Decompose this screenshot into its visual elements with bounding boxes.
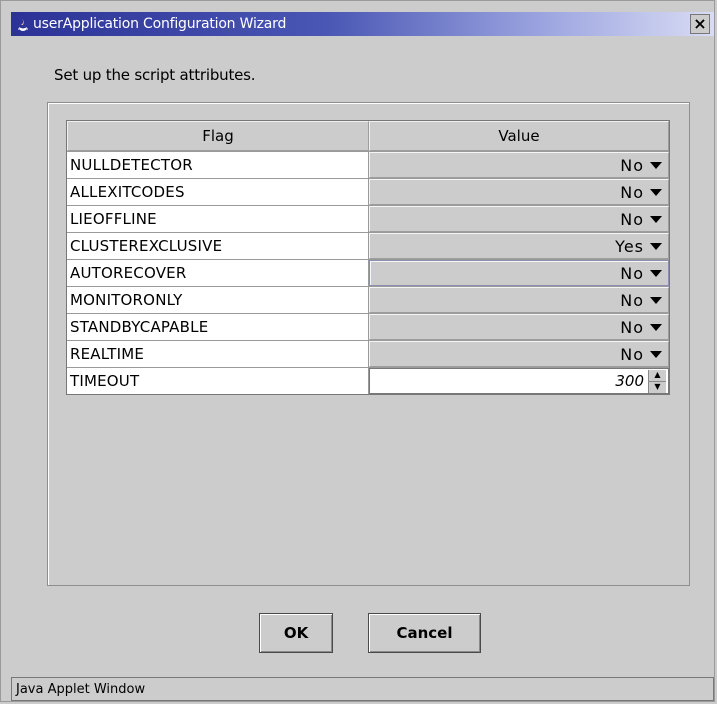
table-row: MONITORONLY No <box>67 286 669 313</box>
dropdown-arrow-icon <box>650 269 662 277</box>
attributes-table: Flag Value NULLDETECTOR No ALLEXITCODES … <box>66 120 670 395</box>
value-text: No <box>620 209 644 229</box>
flag-cell[interactable]: STANDBYCAPABLE <box>67 314 369 340</box>
value-dropdown[interactable]: No <box>369 152 669 178</box>
header-flag[interactable]: Flag <box>67 121 369 151</box>
java-cup-icon <box>18 19 28 31</box>
value-text: No <box>620 344 644 364</box>
flag-cell[interactable]: MONITORONLY <box>67 287 369 313</box>
table-row: NULLDETECTOR No <box>67 151 669 178</box>
flag-cell[interactable]: REALTIME <box>67 341 369 367</box>
window-title: userApplication Configuration Wizard <box>33 16 287 32</box>
title-bar[interactable]: userApplication Configuration Wizard × <box>11 12 714 36</box>
value-text: No <box>620 317 644 337</box>
flag-cell[interactable]: NULLDETECTOR <box>67 152 369 178</box>
dropdown-arrow-icon <box>650 161 662 169</box>
dropdown-arrow-icon <box>650 350 662 358</box>
value-text: No <box>620 155 644 175</box>
value-text: No <box>620 290 644 310</box>
instruction-text: Set up the script attributes. <box>54 66 256 84</box>
spinner-buttons: ▲ ▼ <box>648 369 666 393</box>
ok-button[interactable]: OK <box>259 613 333 653</box>
value-dropdown[interactable]: No <box>369 206 669 232</box>
table-row: ALLEXITCODES No <box>67 178 669 205</box>
value-dropdown[interactable]: No <box>369 260 669 286</box>
flag-cell[interactable]: AUTORECOVER <box>67 260 369 286</box>
flag-cell[interactable]: CLUSTEREXCLUSIVE <box>67 233 369 259</box>
flag-cell[interactable]: TIMEOUT <box>67 368 369 394</box>
value-dropdown[interactable]: No <box>369 179 669 205</box>
table-row: CLUSTEREXCLUSIVE Yes <box>67 232 669 259</box>
value-dropdown[interactable]: No <box>369 314 669 340</box>
spinner-down-icon[interactable]: ▼ <box>649 382 666 393</box>
flag-cell[interactable]: LIEOFFLINE <box>67 206 369 232</box>
table-row: STANDBYCAPABLE No <box>67 313 669 340</box>
table-row: TIMEOUT 300 ▲ ▼ <box>67 367 669 394</box>
value-text: Yes <box>615 236 644 256</box>
dropdown-arrow-icon <box>650 323 662 331</box>
table-row: AUTORECOVER No <box>67 259 669 286</box>
table-row: REALTIME No <box>67 340 669 367</box>
spinner-up-icon[interactable]: ▲ <box>649 370 666 382</box>
close-button[interactable]: × <box>690 14 710 34</box>
value-dropdown[interactable]: No <box>369 341 669 367</box>
value-text: No <box>620 263 644 283</box>
value-text: No <box>620 182 644 202</box>
timeout-spinner[interactable]: 300 ▲ ▼ <box>369 368 669 394</box>
dropdown-arrow-icon <box>650 242 662 250</box>
value-dropdown[interactable]: No <box>369 287 669 313</box>
flag-cell[interactable]: ALLEXITCODES <box>67 179 369 205</box>
dropdown-arrow-icon <box>650 188 662 196</box>
cancel-button[interactable]: Cancel <box>368 613 481 653</box>
table-row: LIEOFFLINE No <box>67 205 669 232</box>
value-dropdown[interactable]: Yes <box>369 233 669 259</box>
dropdown-arrow-icon <box>650 215 662 223</box>
header-value[interactable]: Value <box>369 121 669 151</box>
status-bar: Java Applet Window <box>11 677 714 701</box>
timeout-value[interactable]: 300 <box>615 372 644 390</box>
wizard-window: userApplication Configuration Wizard × S… <box>0 0 715 702</box>
dropdown-arrow-icon <box>650 296 662 304</box>
table-header: Flag Value <box>67 121 669 151</box>
